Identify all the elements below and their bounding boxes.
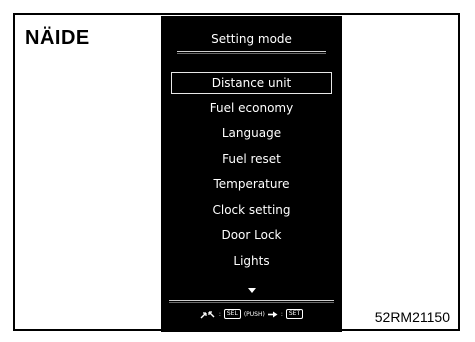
- screen-title: Setting mode: [211, 32, 292, 46]
- push-label: (PUSH): [243, 310, 265, 318]
- hint-divider: [169, 300, 334, 301]
- menu-item-temperature[interactable]: Temperature: [171, 172, 332, 198]
- display-screen: Setting mode Distance unit Fuel economy …: [161, 16, 342, 332]
- hint-divider-shadow: [169, 302, 334, 303]
- triangle-down-icon[interactable]: [247, 288, 256, 293]
- title-divider-shadow: [177, 53, 326, 54]
- settings-menu: Distance unit Fuel economy Language Fuel…: [161, 70, 342, 274]
- figure-code: 52RM21150: [374, 309, 450, 325]
- set-key-label: SET: [285, 309, 304, 319]
- menu-item-fuel-reset[interactable]: Fuel reset: [171, 147, 332, 173]
- set-separator: :: [280, 310, 283, 318]
- sel-key-label: SEL: [223, 309, 241, 319]
- menu-item-lights[interactable]: Lights: [171, 249, 332, 275]
- title-divider: [177, 51, 326, 52]
- example-label: NÄIDE: [25, 27, 90, 49]
- arrow-right-icon: [267, 311, 278, 318]
- rotate-arrows-icon: [200, 310, 216, 319]
- figure-frame: NÄIDE Setting mode Distance unit Fuel ec…: [13, 13, 460, 332]
- menu-item-clock-setting[interactable]: Clock setting: [171, 198, 332, 224]
- menu-item-fuel-economy[interactable]: Fuel economy: [171, 96, 332, 122]
- menu-item-door-lock[interactable]: Door Lock: [171, 223, 332, 249]
- menu-item-distance-unit[interactable]: Distance unit: [171, 72, 332, 94]
- select-separator: :: [218, 310, 221, 318]
- menu-item-language[interactable]: Language: [171, 121, 332, 147]
- control-hint-bar: : SEL (PUSH) : SET: [161, 306, 342, 322]
